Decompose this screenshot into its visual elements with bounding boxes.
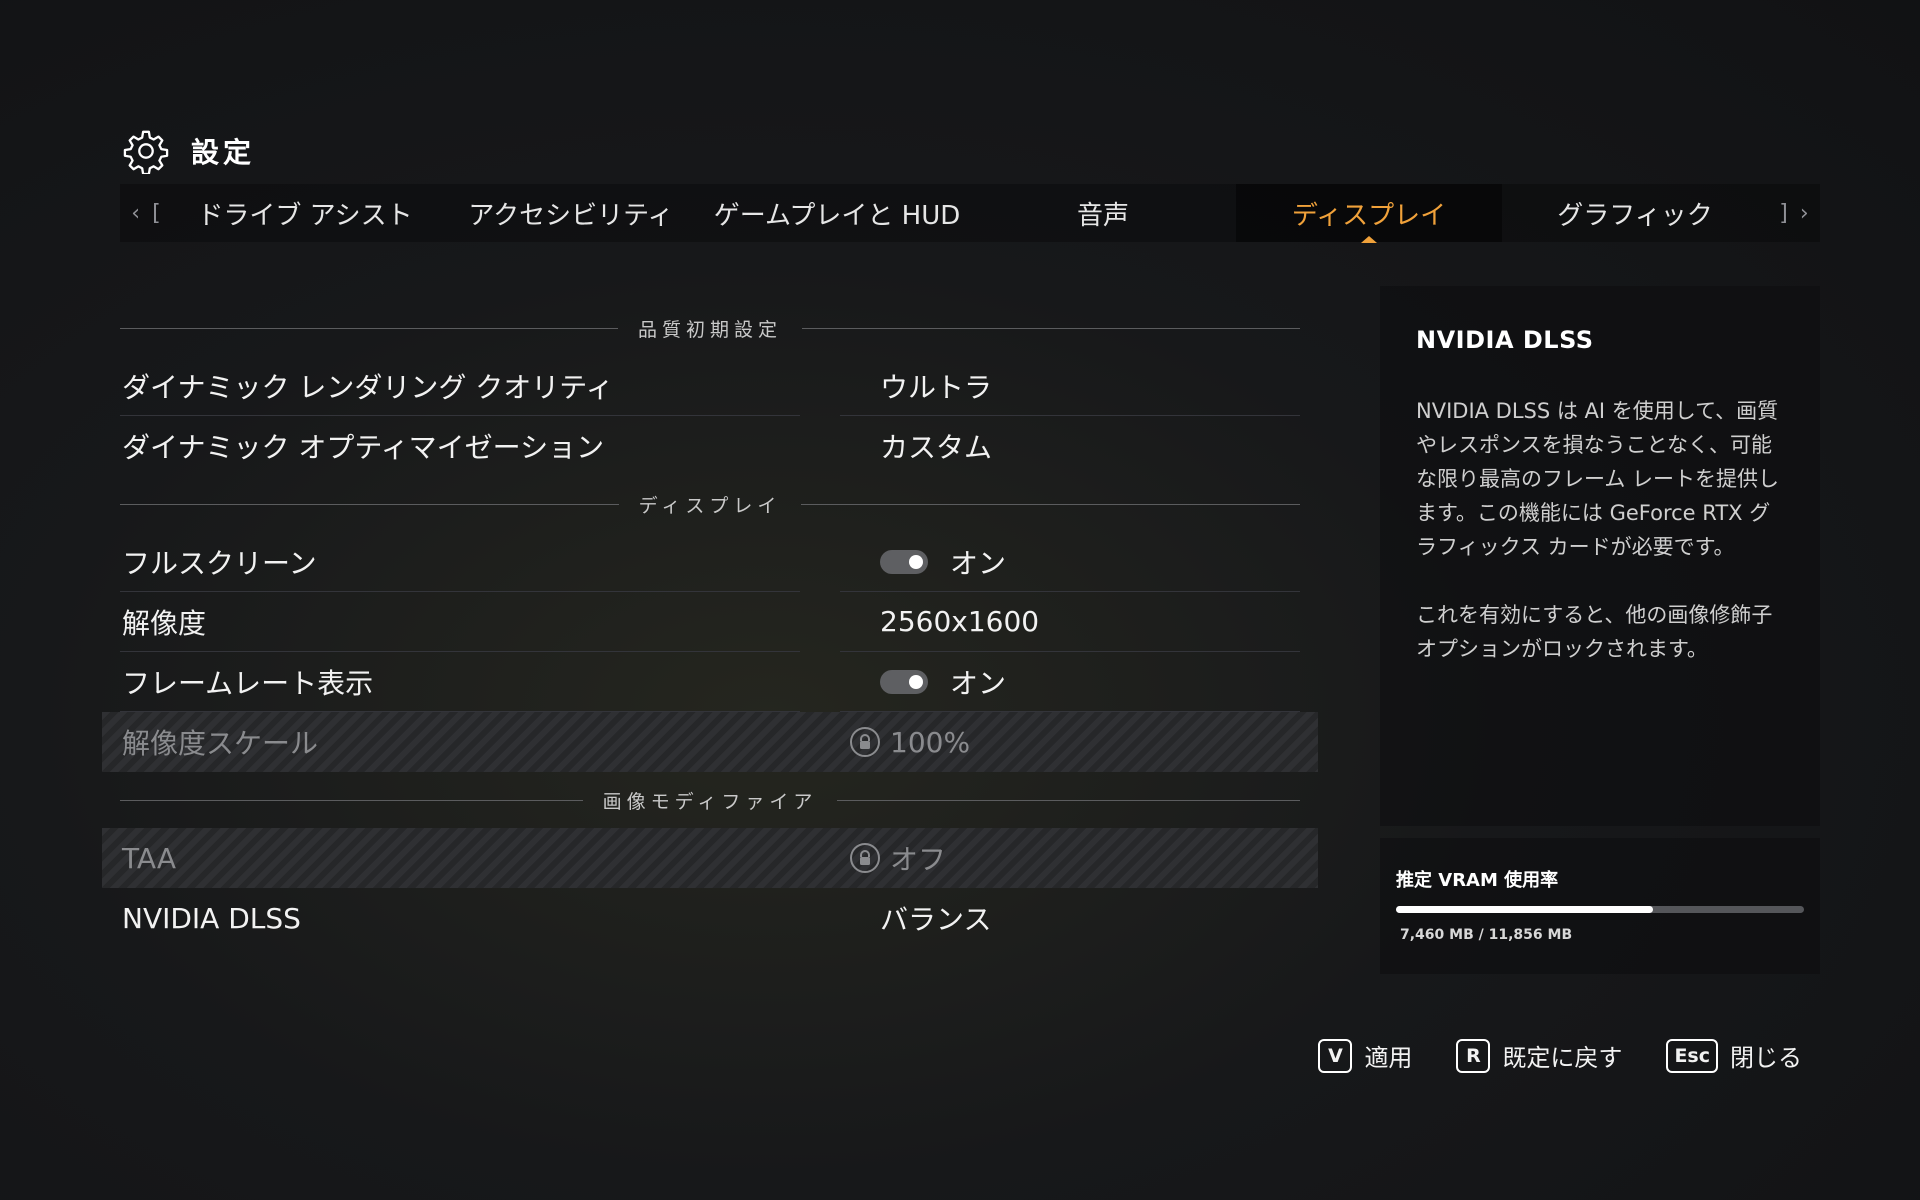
footer-hints: V 適用 R 既定に戻す Esc 閉じる — [1318, 1038, 1802, 1073]
setting-value: 100% — [840, 712, 1300, 772]
reset-label: 既定に戻す — [1502, 1044, 1623, 1072]
toggle-state-text: オン — [950, 546, 1007, 580]
fullscreen-toggle[interactable] — [880, 549, 928, 574]
setting-row-dynamic-rendering[interactable]: ダイナミック レンダリング クオリティ ウルトラ — [120, 356, 1300, 416]
tab-prev-button[interactable]: ‹ [ — [120, 201, 172, 226]
close-label: 閉じる — [1730, 1044, 1802, 1072]
tab-next-button[interactable]: ] › — [1768, 201, 1820, 226]
lock-icon — [850, 727, 880, 757]
vram-usage-bar — [1396, 906, 1804, 913]
key-esc-icon: Esc — [1666, 1038, 1718, 1073]
tab-gameplay-hud[interactable]: ゲームプレイと HUD — [704, 184, 970, 242]
bumper-left-hint: [ — [152, 200, 161, 226]
vram-usage-fill — [1396, 906, 1653, 913]
setting-value[interactable]: ウルトラ — [840, 356, 1300, 416]
chevron-left-icon: ‹ — [131, 200, 141, 226]
setting-value[interactable]: オン — [840, 652, 1300, 712]
description-note: これを有効にすると、他の画像修飾子オプションがロックされます。 — [1416, 603, 1773, 661]
vram-label: 推定 VRAM 使用率 — [1396, 870, 1559, 891]
description-title: NVIDIA DLSS — [1416, 326, 1594, 354]
key-r-icon: R — [1456, 1038, 1491, 1073]
toggle-state-text: オン — [950, 666, 1007, 700]
setting-row-resolution-scale: 解像度スケール 100% — [102, 712, 1318, 772]
tab-bar: ‹ [ ドライブ アシスト アクセシビリティ ゲームプレイと HUD 音声 ディ… — [120, 184, 1820, 242]
tab-audio[interactable]: 音声 — [970, 184, 1236, 242]
setting-label: NVIDIA DLSS — [122, 901, 301, 935]
tab-display[interactable]: ディスプレイ — [1236, 184, 1502, 242]
apply-button[interactable]: V 適用 — [1318, 1038, 1412, 1073]
setting-row-dynamic-optimization[interactable]: ダイナミック オプティマイゼーション カスタム — [120, 416, 1300, 476]
tab-graphics[interactable]: グラフィック — [1502, 184, 1768, 242]
locked-value-text: 100% — [890, 725, 971, 759]
tab-drive-assist[interactable]: ドライブ アシスト — [172, 184, 438, 242]
lock-icon — [850, 843, 880, 873]
settings-list: 品質初期設定 ダイナミック レンダリング クオリティ ウルトラ ダイナミック オ… — [102, 300, 1318, 948]
setting-value[interactable]: 2560x1600 — [840, 592, 1300, 652]
apply-label: 適用 — [1364, 1044, 1413, 1072]
setting-row-resolution[interactable]: 解像度 2560x1600 — [120, 592, 1300, 652]
framerate-toggle[interactable] — [880, 669, 928, 694]
vram-usage-panel: 推定 VRAM 使用率 7,460 MB / 11,856 MB — [1380, 838, 1820, 974]
setting-row-taa: TAA オフ — [102, 828, 1318, 888]
setting-row-nvidia-dlss[interactable]: NVIDIA DLSS バランス — [120, 888, 1300, 948]
vram-amount: 7,460 MB / 11,856 MB — [1400, 927, 1573, 943]
chevron-right-icon: › — [1799, 200, 1809, 226]
gear-icon — [123, 130, 169, 174]
setting-label: 解像度スケール — [122, 727, 319, 760]
description-panel: NVIDIA DLSS NVIDIA DLSS は AI を使用して、画質やレス… — [1380, 286, 1820, 826]
setting-label: TAA — [122, 841, 177, 875]
setting-row-framerate[interactable]: フレームレート表示 オン — [120, 652, 1300, 712]
tab-accessibility[interactable]: アクセシビリティ — [438, 184, 704, 242]
reset-defaults-button[interactable]: R 既定に戻す — [1456, 1038, 1622, 1073]
page-title: 設定 — [191, 136, 256, 169]
setting-label: ダイナミック レンダリング クオリティ — [120, 356, 800, 416]
setting-label: フルスクリーン — [120, 532, 800, 592]
setting-label: フレームレート表示 — [120, 652, 800, 712]
bumper-right-hint: ] — [1779, 200, 1788, 226]
settings-header: 設定 — [123, 128, 255, 174]
setting-value[interactable]: バランス — [840, 888, 1300, 948]
setting-value[interactable]: オン — [840, 532, 1300, 592]
key-v-icon: V — [1318, 1038, 1353, 1073]
close-button[interactable]: Esc 閉じる — [1666, 1038, 1802, 1073]
setting-label: 解像度 — [120, 592, 800, 652]
setting-value[interactable]: カスタム — [840, 416, 1300, 476]
section-header-image-modifiers: 画像モディファイア — [120, 772, 1300, 828]
setting-value: オフ — [840, 828, 1300, 888]
setting-row-fullscreen[interactable]: フルスクリーン オン — [120, 532, 1300, 592]
description-text: NVIDIA DLSS は AI を使用して、画質やレスポンスを損なうことなく、… — [1416, 399, 1780, 559]
locked-value-text: オフ — [890, 843, 947, 876]
section-header-display: ディスプレイ — [120, 476, 1300, 532]
section-header-quality: 品質初期設定 — [120, 300, 1300, 356]
setting-label: ダイナミック オプティマイゼーション — [122, 431, 605, 464]
